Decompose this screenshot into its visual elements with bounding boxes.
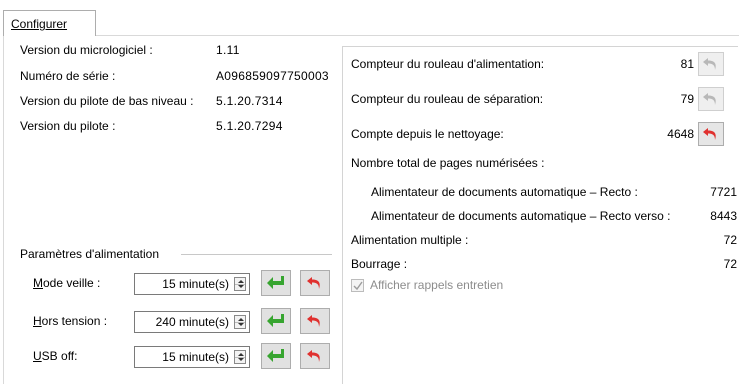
jam-label: Bourrage : [351,257,408,271]
reset-power-off-button[interactable] [300,308,330,334]
spin-arrows-icon[interactable] [234,277,246,291]
info-firmware-value: 1.11 [216,43,240,57]
sleep-mode-value: 15 minute(s) [162,277,229,291]
usb-off-access-key: U [33,349,42,363]
power-off-value: 240 minute(s) [155,315,229,329]
spin-arrows-icon[interactable] [234,315,246,329]
undo-arrow-icon [703,93,716,105]
checkbox-box [351,279,364,292]
usb-off-label-text: SB off: [41,349,78,363]
usb-off-spinbox[interactable]: 15 minute(s) [134,346,250,368]
enter-arrow-icon [267,276,284,289]
feed-roller-label: Compteur du rouleau d'alimentation: [351,57,545,71]
total-pages-label: Nombre total de pages numérisées : [351,156,545,170]
info-firmware-label: Version du micrologiciel : [20,43,153,57]
undo-arrow-icon [307,315,320,327]
usb-off-value: 15 minute(s) [162,350,229,364]
enter-arrow-icon [267,349,284,362]
undo-arrow-icon [307,277,320,289]
power-off-label-text: ors tension : [41,314,108,328]
show-reminders-label: Afficher rappels entretien [370,278,504,292]
separation-roller-value: 79 [680,92,694,106]
enter-arrow-icon [267,314,284,327]
tab-label: Configurer [11,17,68,31]
jam-value: 72 [723,257,737,271]
panel-left-border [3,35,4,384]
usb-off-label: USB off: [33,349,77,363]
adf-duplex-label: Alimentateur de documents automatique – … [371,209,671,223]
info-serial-label: Numéro de série : [20,69,116,83]
multifeed-label: Alimentation multiple : [351,233,469,247]
adf-simplex-label: Alimentateur de documents automatique – … [371,185,638,199]
sleep-mode-spinbox[interactable]: 15 minute(s) [134,273,250,295]
tab-strip-divider [95,35,739,36]
power-off-label: Hors tension : [33,314,107,328]
reset-separation-roller-button[interactable] [698,87,724,111]
reset-feed-roller-button[interactable] [698,52,724,76]
adf-simplex-value: 7721 [710,185,737,199]
reset-usb-off-button[interactable] [300,343,330,369]
spin-arrows-icon[interactable] [234,350,246,364]
apply-sleep-mode-button[interactable] [261,270,291,296]
apply-power-off-button[interactable] [261,308,291,334]
sleep-mode-label-text: ode veille : [43,276,101,290]
undo-arrow-icon [703,128,716,140]
power-off-access-key: H [33,314,42,328]
since-cleaning-label: Compte depuis le nettoyage: [351,127,504,141]
reset-since-cleaning-button[interactable] [698,122,724,146]
power-settings-title: Paramètres d'alimentation [20,247,160,261]
sleep-mode-label: Mode veille : [33,276,100,290]
sleep-mode-access-key: M [33,276,43,290]
tab-configurer[interactable]: Configurer [3,10,96,36]
multifeed-value: 72 [723,233,737,247]
separation-roller-label: Compteur du rouleau de séparation: [351,92,544,106]
undo-arrow-icon [307,350,320,362]
info-driver-label: Version du pilote : [20,119,116,133]
reset-sleep-mode-button[interactable] [300,270,330,296]
undo-arrow-icon [703,58,716,70]
feed-roller-value: 81 [680,57,694,71]
power-settings-divider [181,254,332,255]
check-icon [353,281,363,291]
info-driver-value: 5.1.20.7294 [216,119,283,133]
adf-duplex-value: 8443 [710,209,737,223]
info-serial-value: A096859097750003 [216,69,329,83]
since-cleaning-value: 4648 [667,127,694,141]
info-lowlevel-driver-label: Version du pilote de bas niveau : [20,94,194,108]
info-lowlevel-driver-value: 5.1.20.7314 [216,94,283,108]
apply-usb-off-button[interactable] [261,343,291,369]
power-off-spinbox[interactable]: 240 minute(s) [134,311,250,333]
